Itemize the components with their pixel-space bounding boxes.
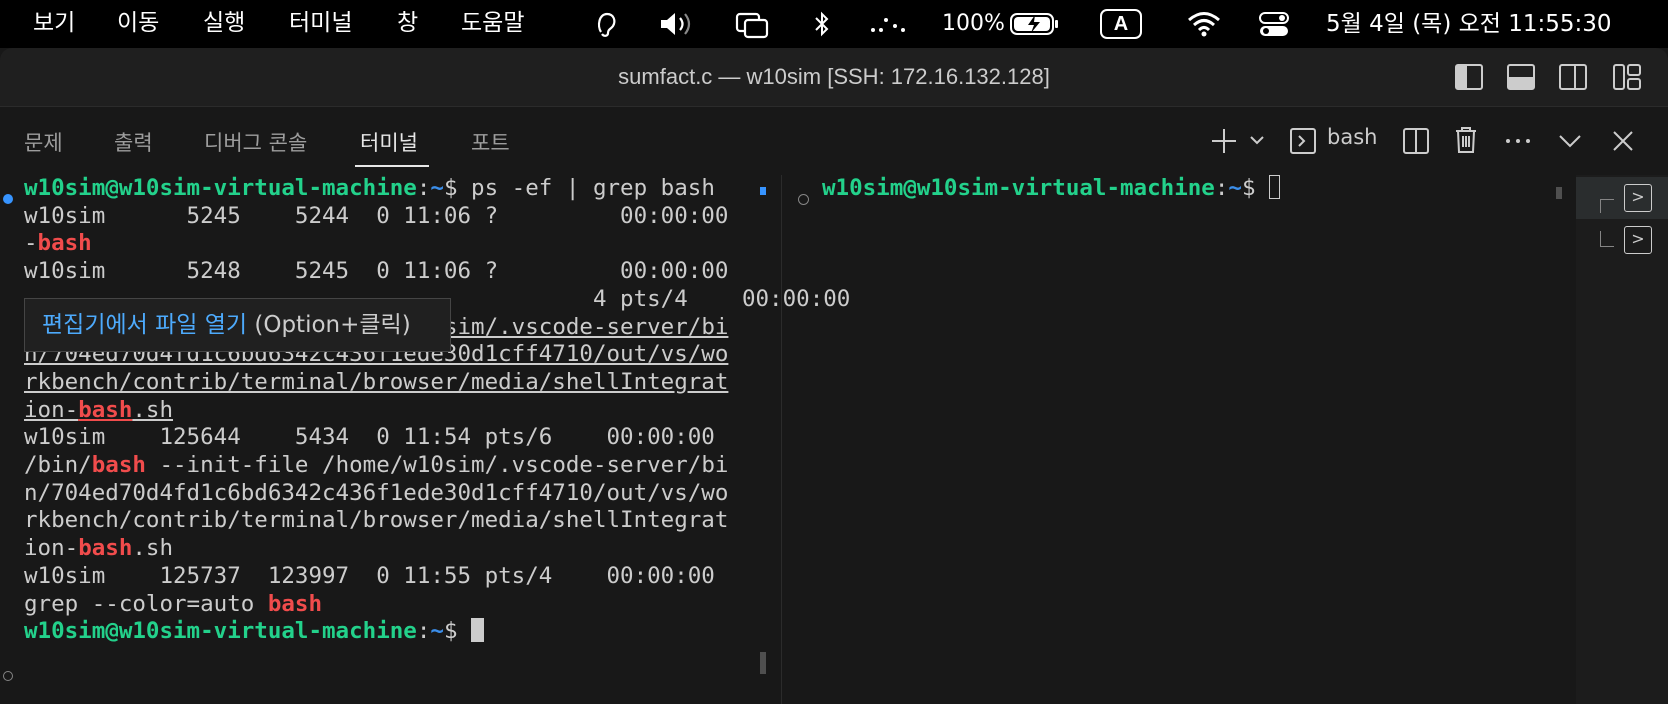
terminal-tab-item[interactable]: > [1576, 177, 1668, 219]
menu-help[interactable]: 도움말 [461, 8, 524, 38]
terminal-cursor [1269, 175, 1281, 199]
terminal-tab-item[interactable]: > [1576, 219, 1668, 261]
command-decoration-empty[interactable] [798, 194, 809, 205]
input-source-icon[interactable]: A [1100, 9, 1142, 39]
file-link[interactable]: ion- [24, 397, 78, 423]
tab-problems[interactable]: 문제 [24, 127, 63, 157]
menu-terminal[interactable]: 터미널 [289, 8, 352, 38]
tree-guide [1600, 199, 1614, 213]
terminal-name[interactable]: bash [1327, 125, 1377, 149]
process-row: w10sim 5248 5245 0 11:06 ? 00:00:00 [24, 258, 729, 285]
prompt-user: w10sim@w10sim-virtual-machine [822, 175, 1215, 201]
process-row-tail: 4 pts/4 00:00:00 [592, 285, 851, 312]
battery-charging-icon[interactable] [1010, 6, 1060, 42]
volume-icon[interactable] [657, 6, 699, 42]
terminal-cursor [471, 618, 485, 643]
tab-output[interactable]: 출력 [114, 127, 153, 157]
terminal-left[interactable]: w10sim@w10sim-virtual-machine:~$ ps -ef … [24, 175, 850, 646]
panel-tab-bar: 문제 출력 디버그 콘솔 터미널 포트 bash [0, 107, 1668, 175]
match-highlight: bash [37, 230, 92, 257]
split-divider[interactable] [781, 175, 782, 704]
scrollbar-marker [760, 187, 766, 195]
active-tab-indicator [355, 165, 429, 167]
command-decoration-success[interactable] [3, 194, 13, 204]
customize-layout-icon[interactable] [1612, 63, 1642, 95]
more-icon[interactable] [1504, 127, 1532, 159]
macos-menu-bar: 보기 이동 실행 터미널 창 도움말 100% A 5월 4일 (목) 오전 1… [0, 0, 1668, 48]
tab-terminal[interactable]: 터미널 [360, 127, 418, 157]
terminal-icon: > [1624, 184, 1652, 212]
close-panel-icon[interactable] [1610, 127, 1636, 159]
terminal-icon[interactable] [1289, 127, 1317, 159]
tree-guide [1600, 231, 1614, 247]
toggle-panel-icon[interactable] [1506, 63, 1536, 95]
process-row: w10sim 5245 5244 0 11:06 ? 00:00:00 [24, 202, 729, 229]
process-row: w10sim 125644 5434 0 11:54 pts/6 00:00:0… [24, 424, 715, 451]
terminal-icon: > [1624, 226, 1652, 254]
link-hover-tooltip: 편집기에서 파일 열기 (Option+클릭) [24, 298, 451, 352]
hearing-icon[interactable] [594, 6, 620, 42]
process-row: w10sim 125737 123997 0 11:55 pts/4 00:00… [24, 562, 715, 589]
split-terminal-icon[interactable] [1402, 127, 1430, 159]
terminal-scrollbar[interactable] [1556, 187, 1562, 199]
new-terminal-icon[interactable] [1210, 127, 1238, 159]
battery-percent[interactable]: 100% [942, 6, 1005, 42]
toggle-primary-sidebar-icon[interactable] [1454, 63, 1484, 95]
command-text: ps -ef | grep bash [457, 175, 715, 201]
prompt-user: w10sim@w10sim-virtual-machine [24, 175, 417, 201]
terminal-right[interactable]: w10sim@w10sim-virtual-machine:~$ [822, 175, 1281, 203]
maximize-panel-chevron-icon[interactable] [1557, 127, 1583, 159]
menu-go[interactable]: 이동 [117, 8, 159, 38]
tooltip-hint: (Option+클릭) [247, 312, 411, 338]
window-title-bar: sumfact.c — w10sim [SSH: 172.16.132.128] [0, 48, 1668, 107]
menu-run[interactable]: 실행 [203, 8, 245, 38]
bluetooth-icon[interactable] [812, 6, 832, 42]
file-link[interactable]: rkbench/contrib/terminal/browser/media/s… [24, 369, 728, 395]
menu-window[interactable]: 창 [397, 8, 418, 38]
wifi-icon[interactable] [1186, 6, 1222, 42]
command-decoration-empty[interactable] [3, 671, 13, 681]
menubar-clock[interactable]: 5월 4일 (목) 오전 11:55:30 [1326, 6, 1612, 42]
tab-debug-console[interactable]: 디버그 콘솔 [204, 127, 307, 157]
terminal-scrollbar[interactable] [760, 652, 766, 674]
window-title: sumfact.c — w10sim [SSH: 172.16.132.128] [618, 64, 1050, 89]
trash-icon[interactable] [1453, 125, 1479, 159]
control-center-icon[interactable] [1258, 6, 1290, 42]
screen-mirroring-icon[interactable] [734, 6, 770, 42]
dots-icon[interactable] [869, 6, 909, 42]
open-file-link[interactable]: 편집기에서 파일 열기 [42, 312, 247, 338]
launch-profile-chevron-icon[interactable] [1249, 131, 1265, 155]
tab-ports[interactable]: 포트 [471, 127, 510, 157]
menu-view[interactable]: 보기 [33, 8, 75, 38]
toggle-secondary-sidebar-icon[interactable] [1558, 63, 1588, 95]
